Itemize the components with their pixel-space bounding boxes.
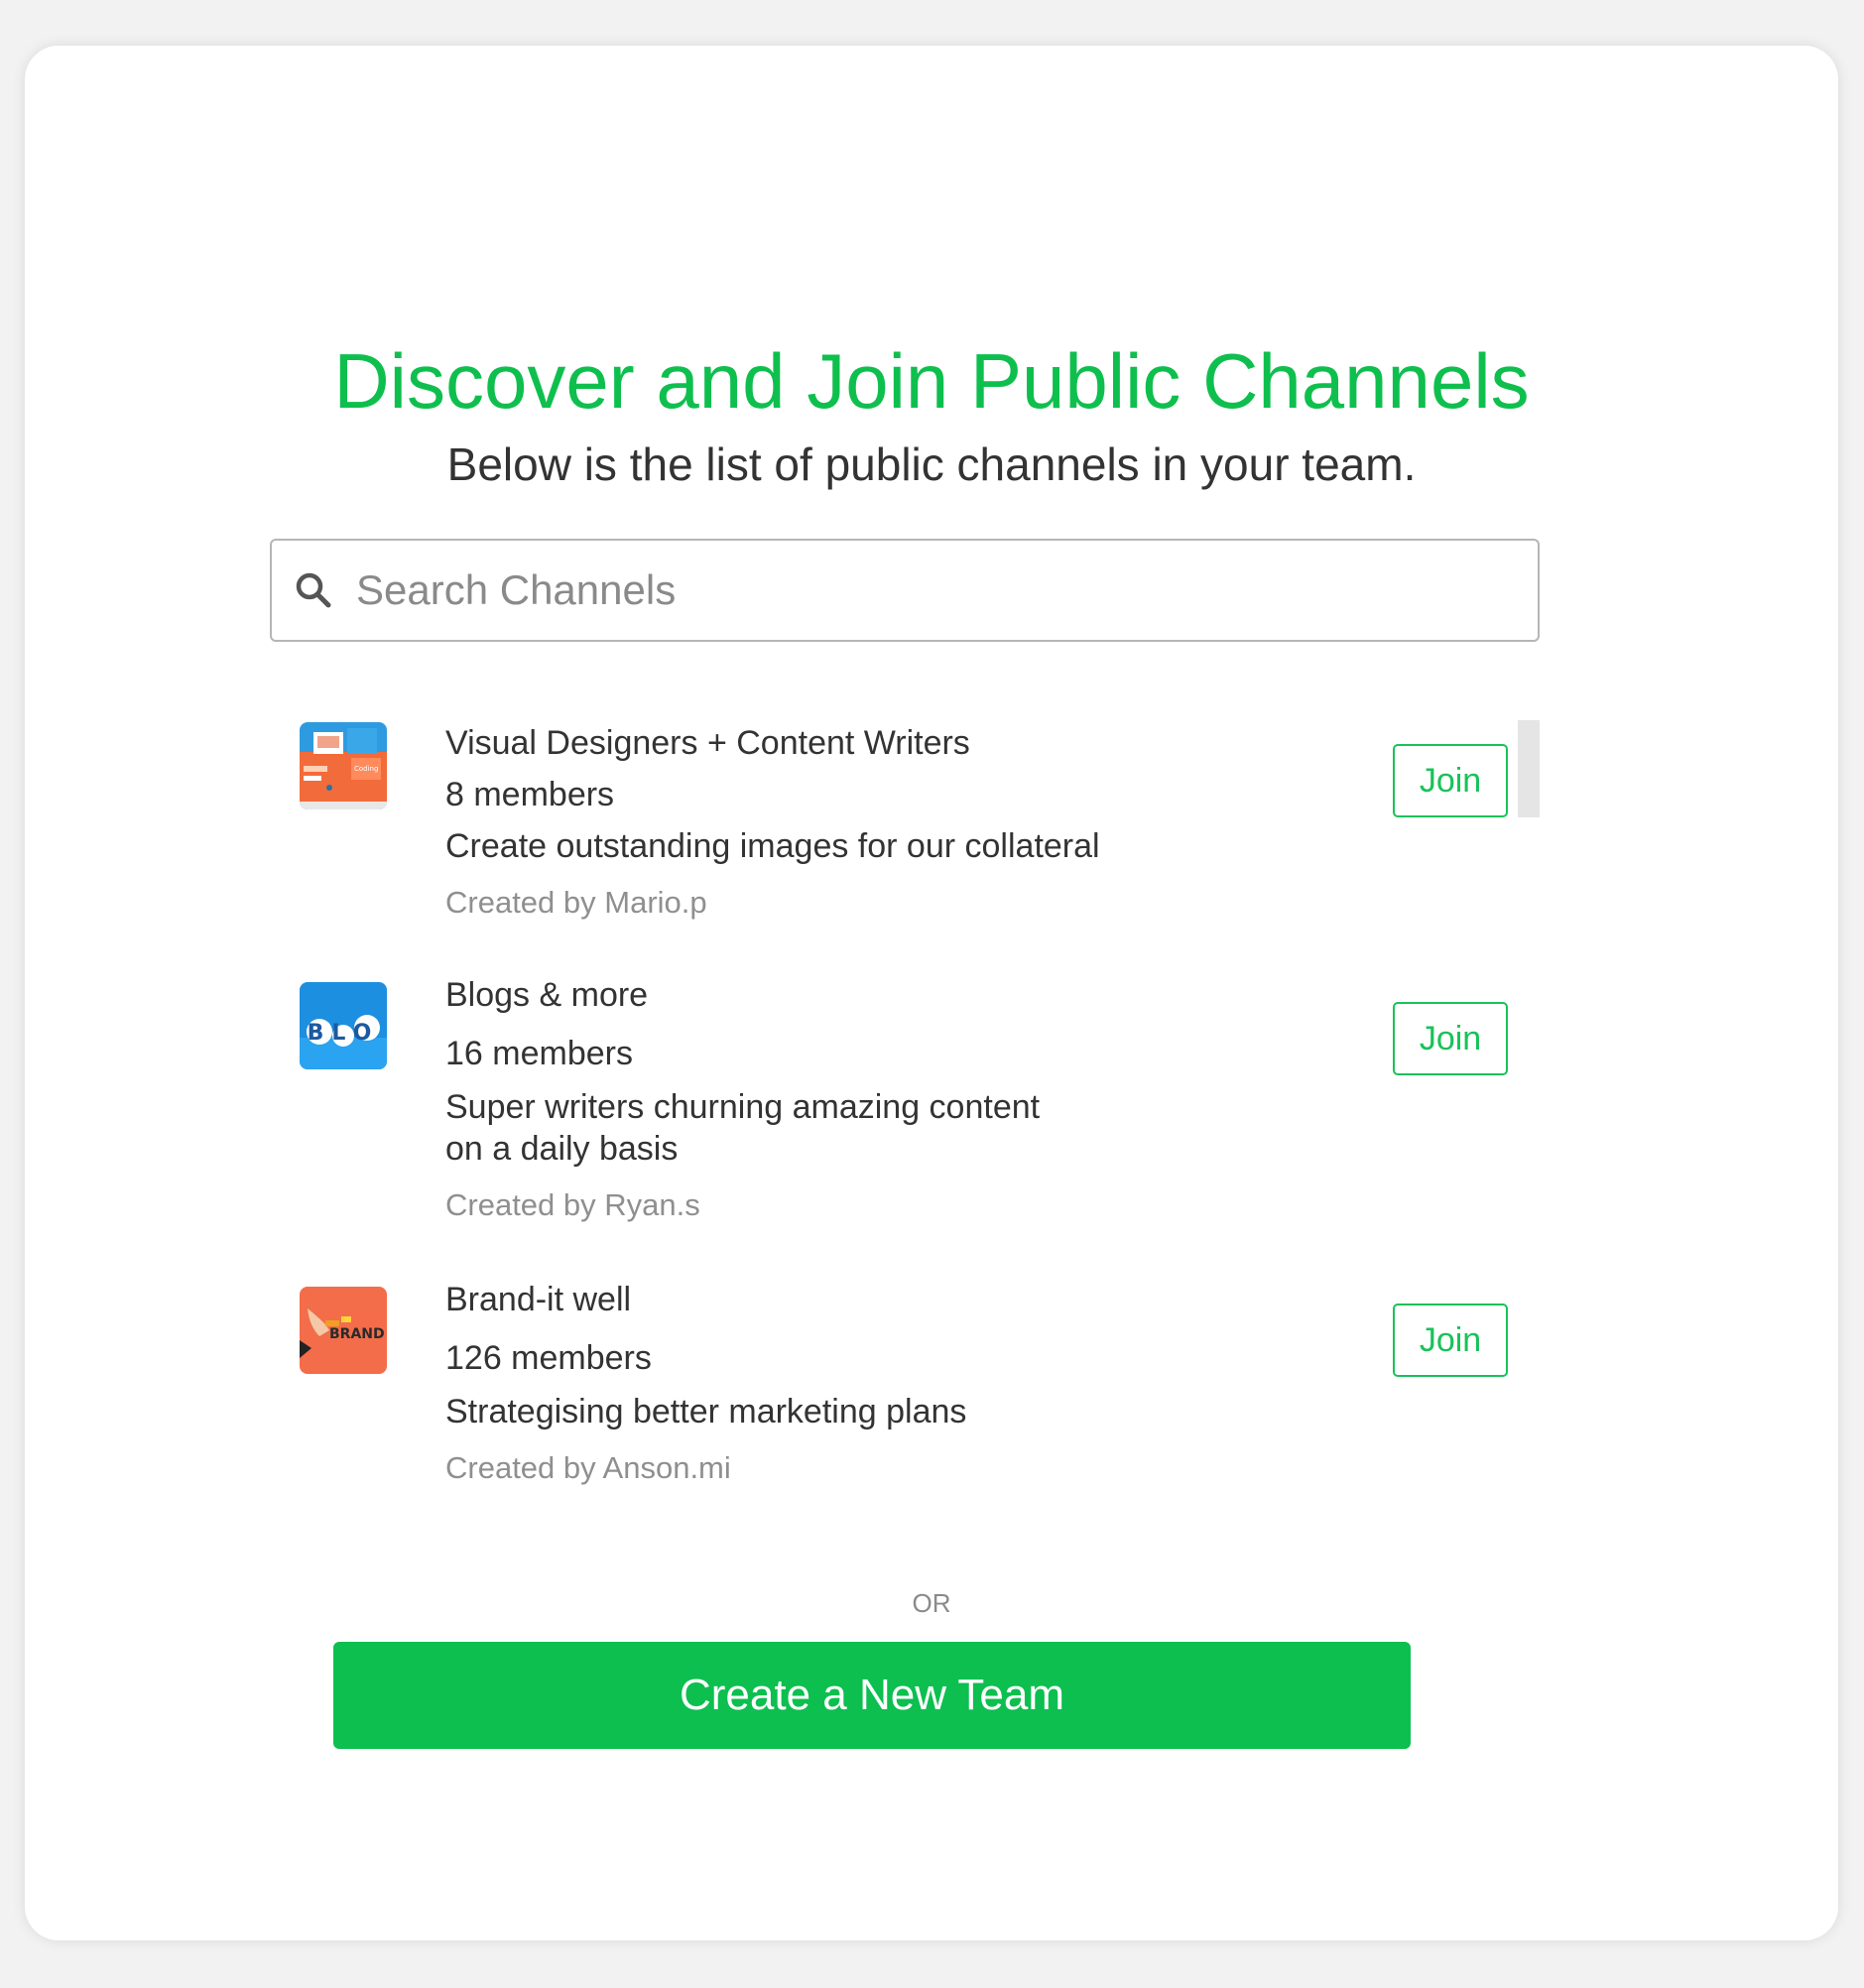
search-icon [296,572,331,608]
channel-name: Brand-it well [445,1281,632,1318]
avatar-label: Coding [354,765,378,773]
avatar-label: BRAND [329,1326,385,1342]
page-title: Discover and Join Public Channels [333,337,1530,425]
page-subtitle: Below is the list of public channels in … [446,438,1417,490]
channel-creator: Created by Ryan.s [445,1187,700,1222]
channel-details: Brand-it well 126 members Strategising b… [445,1279,1338,1488]
avatar-label: BLO [308,1021,380,1046]
dialog-card: Discover and Join Public Channels Below … [25,46,1838,1940]
channel-description: Super writers churning amazing content [445,1088,1041,1126]
channel-creator: Created by Mario.p [445,885,707,920]
channel-details: Visual Designers + Content Writers 8 mem… [445,722,1338,923]
channel-members: 8 members [445,776,615,813]
join-button[interactable]: Join [1393,744,1508,817]
channel-members: 16 members [445,1035,633,1072]
blog-bubbles-icon: BLO [300,982,387,1069]
scrollbar-thumb[interactable] [1518,720,1540,817]
channel-members: 126 members [445,1339,652,1377]
join-button[interactable]: Join [1393,1002,1508,1075]
brand-hand-icon: BRAND [300,1287,387,1374]
channel-list[interactable]: Coding Visual Designers + Content Writer… [270,720,1540,1553]
create-team-button[interactable]: Create a New Team [333,1642,1411,1749]
or-divider: OR [912,1588,951,1618]
channel-creator: Created by Anson.mi [445,1450,731,1485]
search-input[interactable] [356,541,1517,640]
channel-name: Blogs & more [445,976,649,1014]
channel-details: Blogs & more 16 members Super writers ch… [445,974,1338,1225]
channel-description: Create outstanding images for our collat… [445,827,1100,865]
channel-description: Strategising better marketing plans [445,1393,967,1430]
coding-illustration-icon: Coding [300,722,387,809]
search-box [270,539,1540,642]
channel-description-line-2: on a daily basis [445,1130,679,1168]
join-button[interactable]: Join [1393,1304,1508,1377]
channel-name: Visual Designers + Content Writers [445,724,970,762]
